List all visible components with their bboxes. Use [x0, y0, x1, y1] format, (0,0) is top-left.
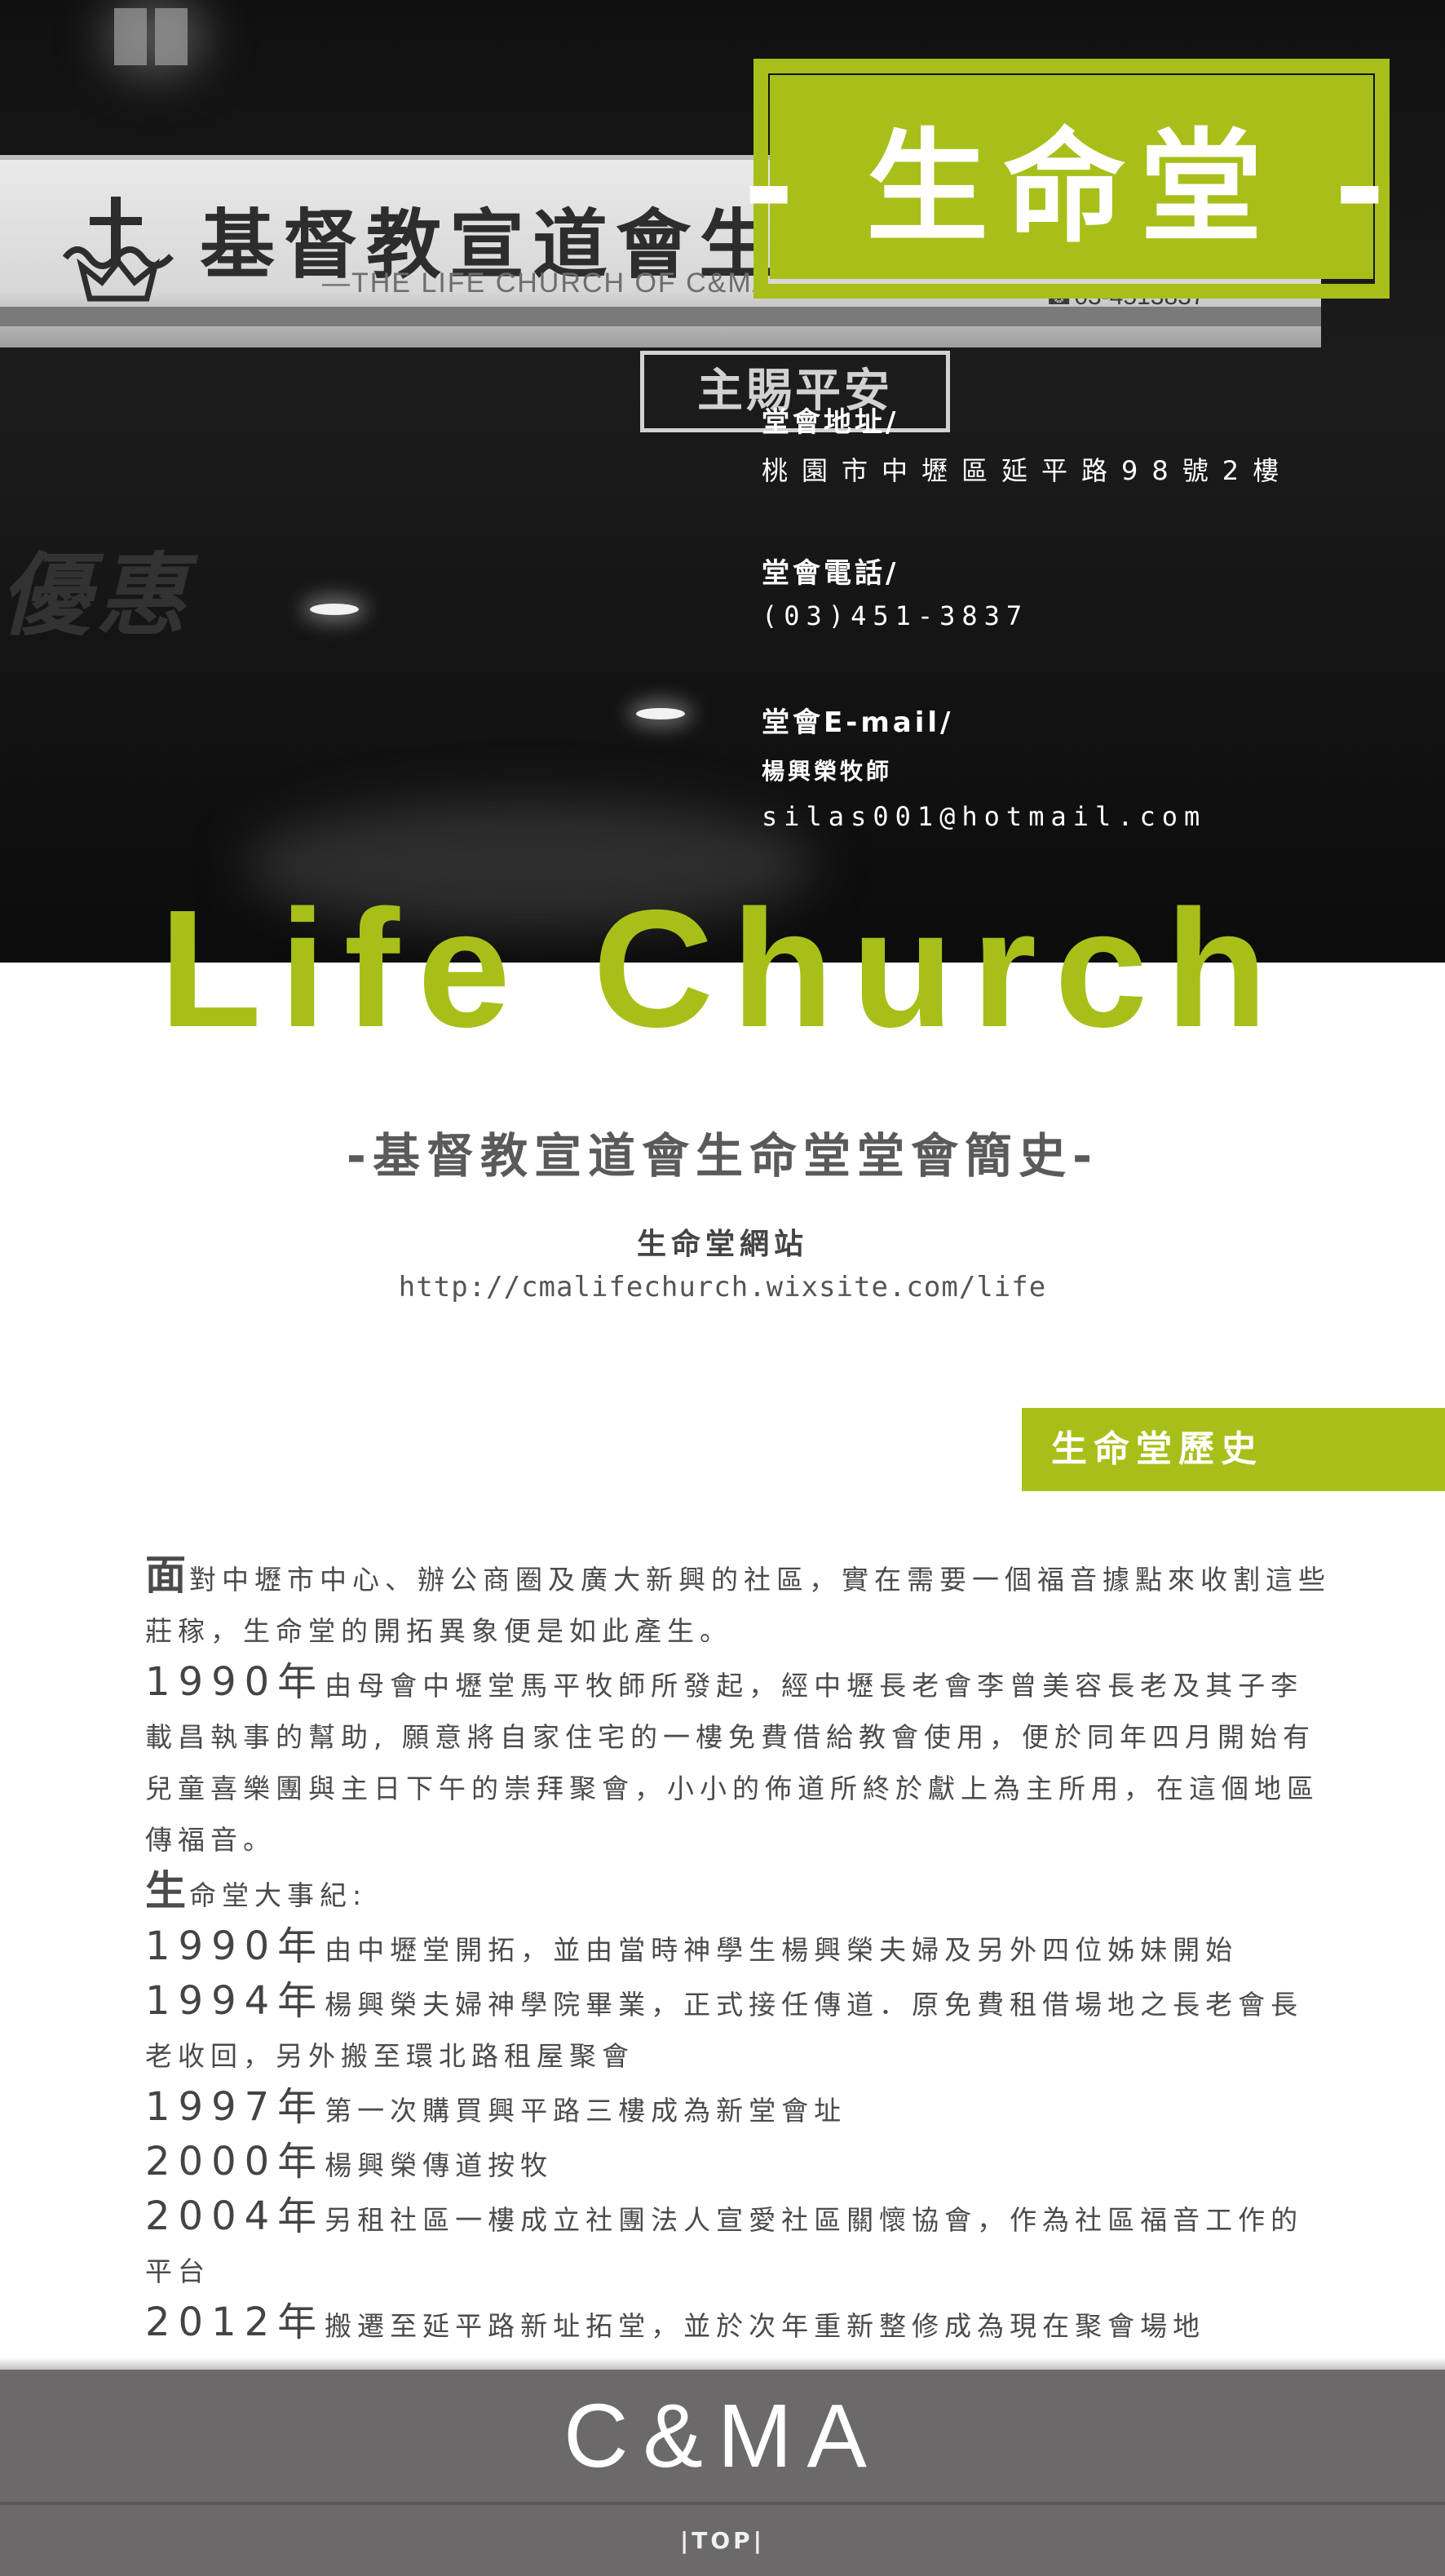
footer: C&MA [0, 2370, 1445, 2502]
sign-english-text: —THE LIFE CHURCH OF C&MA— [322, 268, 802, 299]
year-label: 1990年 [145, 1659, 325, 1705]
event-item: 1990年由中壢堂開拓，並由當時神學生楊興榮夫婦及另外四位姊妹開始 [113, 1921, 1336, 1976]
church-logo-icon [62, 197, 174, 302]
phone-label: 堂會電話/ [762, 557, 899, 590]
event-year: 1997年 [145, 2084, 325, 2130]
event-text: 搬遷至延平路新址拓堂，並於次年重新整修成為現在聚會場地 [325, 2310, 1206, 2342]
drop-char: 生 [145, 1867, 189, 1914]
window [155, 8, 188, 65]
event-text: 楊興榮傳道按牧 [325, 2149, 554, 2181]
event-text: 第一次購買興平路三樓成為新堂會址 [325, 2095, 847, 2127]
event-year: 2004年 [145, 2193, 325, 2239]
history-subtitle: -基督教宣道會生命堂堂會簡史- [346, 1128, 1099, 1184]
history-text: 面對中壢市中心、辦公商圈及廣大新興的社區，實在需要一個福音據點來收割這些莊稼，生… [113, 1550, 1336, 2352]
event-year: 1994年 [145, 1978, 325, 2024]
lamp-light [310, 604, 359, 615]
website-label: 生命堂網站 [636, 1228, 808, 1261]
event-item: 2012年搬遷至延平路新址拓堂，並於次年重新整修成為現在聚會場地 [113, 2297, 1336, 2352]
event-item: 2000年楊興榮傳道按牧 [113, 2136, 1336, 2191]
website-link[interactable]: http://cmalifechurch.wixsite.com/life [0, 1271, 1445, 1303]
sign-strip [0, 307, 1321, 326]
event-item: 2004年另租社區一樓成立社團法人宣愛社區關懷協會，作為社區福音工作的平台 [113, 2191, 1336, 2297]
paragraph-text: 對中壢市中心、辦公商圈及廣大新興的社區，實在需要一個福音據點來收割這些莊稼，生命… [145, 1564, 1331, 1647]
event-item: 1997年第一次購買興平路三樓成為新堂會址 [113, 2082, 1336, 2136]
paragraph-text: 命堂大事紀: [189, 1879, 368, 1911]
page-title: - 生命堂 - [743, 117, 1400, 259]
email-label: 堂會E-mail/ [762, 706, 954, 739]
shop-sign-text: 優惠 [0, 543, 192, 648]
history-paragraph: 面對中壢市中心、辦公商圈及廣大新興的社區，實在需要一個福音據點來收割這些莊稼，生… [113, 1550, 1336, 1657]
title-box: - 生命堂 - [744, 75, 1385, 279]
event-text: 由中壢堂開拓，並由當時神學生楊興榮夫婦及另外四位姊妹開始 [325, 1934, 1239, 1966]
address-label: 堂會地址/ [762, 406, 899, 439]
life-church-heading: Life Church [159, 875, 1286, 1062]
history-paragraph: 生命堂大事紀: [113, 1866, 1336, 1921]
event-year: 1990年 [145, 1923, 325, 1969]
lamp-light [636, 708, 685, 719]
footer-bar: |TOP| [0, 2502, 1445, 2576]
history-paragraph: 1990年由母會中壢堂馬平牧師所發起，經中壢長老會李曾美容長老及其子李載昌執事的… [113, 1657, 1336, 1866]
address-value: 桃園市中壢區延平路98號2樓 [762, 455, 1293, 486]
phone-value: (03)451-3837 [762, 600, 1029, 631]
history-tab: 生命堂歷史 [1022, 1408, 1445, 1491]
window [114, 8, 147, 65]
email-contact-name: 楊興榮牧師 [762, 758, 893, 785]
event-year: 2012年 [145, 2299, 325, 2345]
back-to-top-link[interactable]: |TOP| [680, 2527, 765, 2554]
drop-char: 面 [145, 1551, 189, 1599]
event-year: 2000年 [145, 2139, 325, 2184]
footer-shadow [0, 2357, 1445, 2370]
cma-logo: C&MA [563, 2385, 882, 2486]
email-value[interactable]: silas001@hotmail.com [762, 801, 1206, 832]
event-item: 1994年楊興榮夫婦神學院畢業，正式接任傳道．原免費租借場地之長老會長老收回，另… [113, 1976, 1336, 2082]
